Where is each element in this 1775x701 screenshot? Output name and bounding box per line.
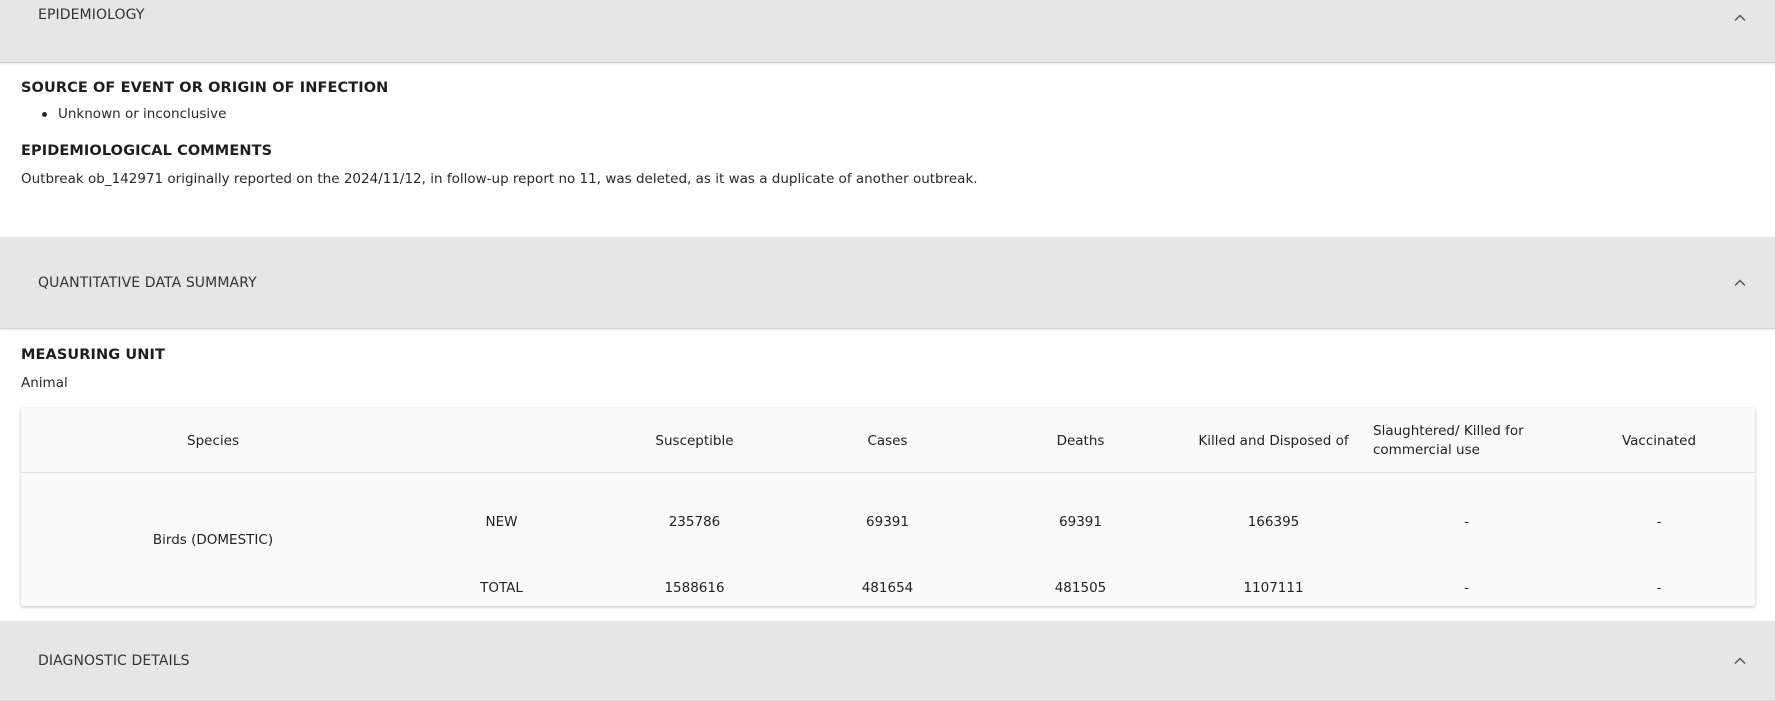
total-vaccinated: -: [1656, 580, 1662, 596]
diagnostic-section-title: DIAGNOSTIC DETAILS: [38, 652, 190, 669]
header-susceptible: Susceptible: [655, 432, 734, 449]
epidemiological-comments-heading: EPIDEMIOLOGICAL COMMENTS: [21, 143, 273, 159]
new-cases: 69391: [866, 514, 909, 530]
epidemiological-comments-text: Outbreak ob_142971 originally reported o…: [21, 171, 978, 187]
chevron-up-icon[interactable]: [1729, 7, 1751, 29]
total-deaths: 481505: [1054, 580, 1107, 596]
quantitative-section-header[interactable]: QUANTITATIVE DATA SUMMARY: [0, 237, 1775, 329]
epidemiology-section-title: EPIDEMIOLOGY: [38, 7, 145, 23]
chevron-up-icon[interactable]: [1729, 650, 1751, 672]
header-cases: Cases: [867, 432, 908, 449]
source-of-event-heading: SOURCE OF EVENT OR ORIGIN OF INFECTION: [21, 80, 389, 96]
header-vaccinated: Vaccinated: [1621, 432, 1697, 449]
list-item: Unknown or inconclusive: [42, 106, 226, 122]
table-header-row: Species Susceptible Cases Deaths Killed …: [21, 408, 1755, 473]
quantitative-data-table: Species Susceptible Cases Deaths Killed …: [21, 408, 1755, 606]
header-species: Species: [187, 432, 239, 449]
header-slaughtered: Slaughtered/ Killed for commercial use: [1373, 422, 1524, 458]
new-susceptible: 235786: [668, 514, 721, 530]
new-deaths: 69391: [1059, 514, 1102, 530]
species-cell: Birds (DOMESTIC): [152, 531, 274, 548]
quantitative-section-title: QUANTITATIVE DATA SUMMARY: [38, 274, 257, 291]
new-killed-disposed: 166395: [1247, 514, 1300, 530]
row-type-total: TOTAL: [480, 580, 523, 596]
total-susceptible: 1588616: [664, 580, 725, 596]
header-killed-disposed: Killed and Disposed of: [1198, 432, 1349, 449]
measuring-unit-heading: MEASURING UNIT: [21, 347, 166, 363]
header-deaths: Deaths: [1056, 432, 1105, 449]
new-vaccinated: -: [1656, 514, 1662, 530]
source-of-event-list: Unknown or inconclusive: [42, 106, 226, 122]
total-cases: 481654: [861, 580, 914, 596]
total-killed-disposed: 1107111: [1243, 580, 1304, 596]
diagnostic-section-header[interactable]: DIAGNOSTIC DETAILS: [0, 621, 1775, 701]
row-type-new: NEW: [485, 514, 518, 530]
chevron-up-icon[interactable]: [1729, 272, 1751, 294]
total-slaughtered: -: [1464, 580, 1469, 596]
epidemiology-section-header[interactable]: EPIDEMIOLOGY: [0, 0, 1775, 63]
new-slaughtered: -: [1464, 514, 1469, 530]
measuring-unit-value: Animal: [21, 375, 68, 391]
